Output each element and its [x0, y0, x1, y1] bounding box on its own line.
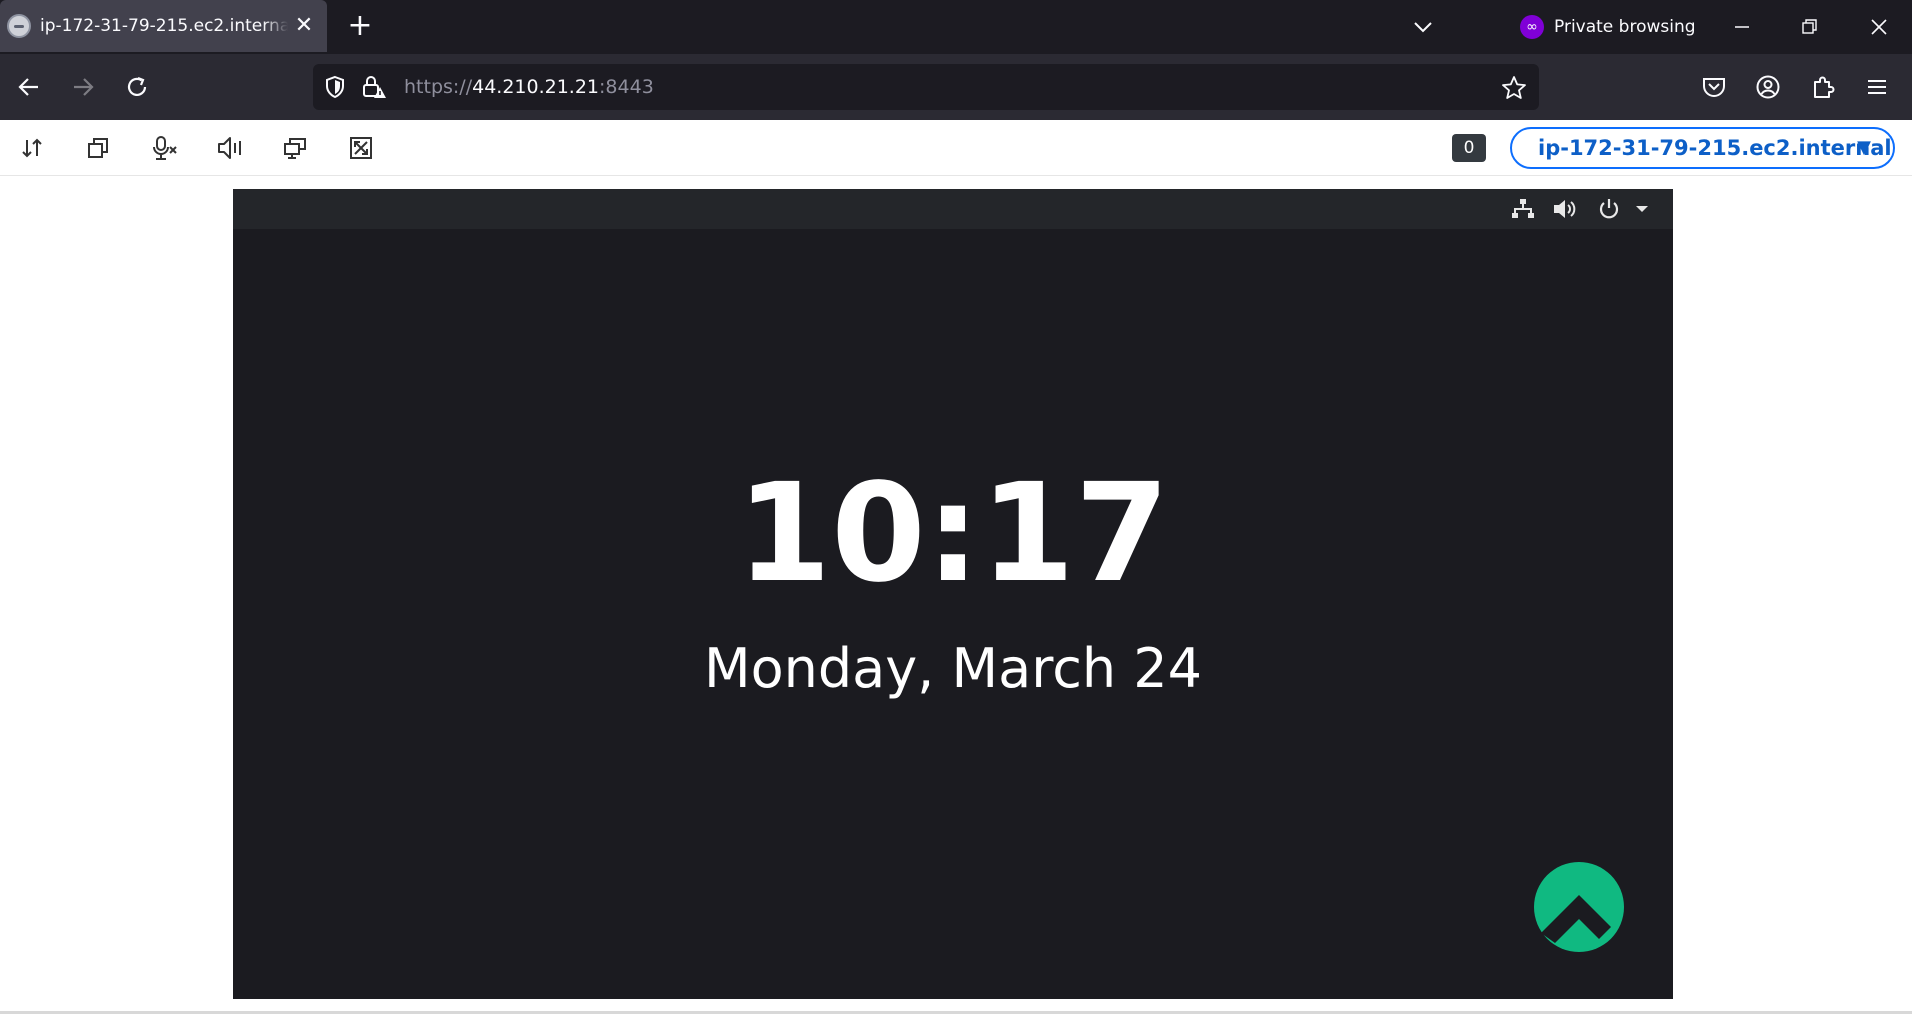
- url-text[interactable]: https://44.210.21.21:8443: [404, 76, 654, 98]
- volume-icon: [1554, 200, 1576, 218]
- power-icon: [1599, 199, 1619, 219]
- tab-title: ip-172-31-79-215.ec2.internal - noVNC: [40, 16, 288, 36]
- bookmark-star-icon[interactable]: [1501, 75, 1527, 101]
- audio-toggle-button[interactable]: [214, 132, 246, 164]
- network-icon: [1512, 199, 1534, 218]
- insecure-lock-icon[interactable]: [361, 74, 387, 100]
- remote-desktop-canvas[interactable]: 10:17 Monday, March 24: [233, 189, 1673, 999]
- extensions-button[interactable]: [1806, 70, 1840, 104]
- speaker-icon: [218, 137, 241, 159]
- server-selector[interactable]: ip-172-31-79-215.ec2.internal ▼: [1510, 127, 1895, 169]
- reload-button[interactable]: [120, 70, 154, 104]
- puzzle-icon: [1814, 76, 1835, 98]
- arrow-right-icon: [74, 78, 94, 96]
- tab-close-icon[interactable]: ✕: [292, 14, 316, 38]
- restore-icon: [1802, 19, 1817, 34]
- forward-button[interactable]: [66, 70, 100, 104]
- arrow-left-icon: [18, 78, 38, 96]
- private-browsing-indicator: ∞ Private browsing: [1520, 12, 1696, 42]
- lock-screen-date: Monday, March 24: [704, 637, 1202, 700]
- back-button[interactable]: [12, 70, 46, 104]
- pocket-icon: [1703, 78, 1725, 97]
- remote-top-panel: [233, 189, 1673, 229]
- session-count-badge: 0: [1452, 134, 1486, 162]
- reload-icon: [127, 76, 147, 96]
- move-arrows-icon: [22, 138, 42, 158]
- account-button[interactable]: [1751, 70, 1785, 104]
- display-icon: [284, 138, 306, 159]
- clipboard-icon: [88, 138, 108, 158]
- chevron-down-icon: [1414, 22, 1432, 33]
- navigation-bar: https://44.210.21.21:8443: [0, 54, 1912, 120]
- url-scheme: https://: [404, 76, 473, 98]
- distro-logo-icon: [1534, 862, 1624, 952]
- clipboard-button[interactable]: [82, 132, 114, 164]
- caret-down-icon: ▼: [1857, 137, 1871, 158]
- url-port: :8443: [599, 76, 654, 98]
- fullscreen-button[interactable]: [345, 132, 377, 164]
- volume-status-button[interactable]: [1551, 196, 1579, 222]
- move-toolbar-button[interactable]: [16, 132, 48, 164]
- browser-tab-active[interactable]: ip-172-31-79-215.ec2.internal - noVNC ✕: [0, 0, 327, 52]
- close-icon: [1871, 19, 1887, 35]
- network-status-button[interactable]: [1509, 196, 1537, 222]
- account-icon: [1756, 75, 1780, 99]
- mic-off-icon: [153, 136, 177, 160]
- new-tab-button[interactable]: +: [345, 11, 375, 42]
- dropdown-arrow-icon: [1636, 206, 1648, 212]
- remote-session-toolbar: 0 ip-172-31-79-215.ec2.internal ▼: [0, 120, 1912, 176]
- tracking-shield-icon[interactable]: [323, 75, 347, 99]
- hamburger-menu-icon: [1868, 80, 1886, 94]
- private-mask-icon: ∞: [1520, 15, 1544, 39]
- power-menu-button[interactable]: [1595, 196, 1623, 222]
- browser-tab-strip: ip-172-31-79-215.ec2.internal - noVNC ✕ …: [0, 0, 1912, 54]
- list-all-tabs-button[interactable]: [1408, 12, 1438, 42]
- app-menu-button[interactable]: [1860, 70, 1894, 104]
- close-window-button[interactable]: [1861, 10, 1897, 44]
- display-settings-button[interactable]: [279, 132, 311, 164]
- restore-window-button[interactable]: [1792, 10, 1828, 44]
- minimize-icon: [1735, 26, 1749, 28]
- server-selector-label: ip-172-31-79-215.ec2.internal: [1538, 136, 1892, 160]
- minimize-window-button[interactable]: [1724, 10, 1760, 44]
- system-menu-arrow-button[interactable]: [1628, 196, 1656, 222]
- url-host: 44.210.21.21: [472, 76, 600, 98]
- microphone-toggle-button[interactable]: [148, 132, 180, 164]
- pocket-button[interactable]: [1697, 70, 1731, 104]
- address-bar[interactable]: https://44.210.21.21:8443: [313, 64, 1539, 110]
- fullscreen-icon: [350, 137, 372, 159]
- lock-screen-clock: 10:17: [736, 455, 1170, 613]
- private-browsing-label: Private browsing: [1554, 17, 1696, 37]
- globe-icon: [7, 14, 31, 38]
